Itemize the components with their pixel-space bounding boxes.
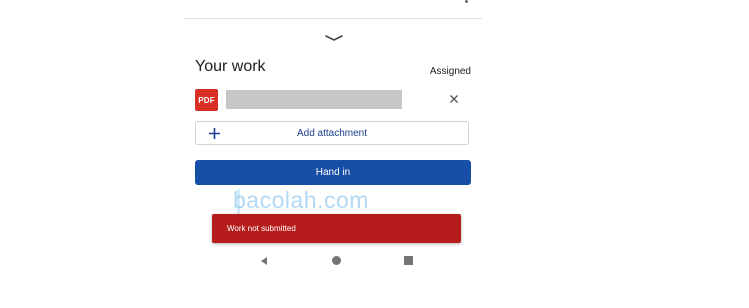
more-vert-icon[interactable] [465, 0, 468, 3]
pdf-file-icon: PDF [195, 89, 218, 111]
your-work-title: Your work [195, 58, 266, 75]
divider [184, 18, 482, 19]
status-badge: Assigned [429, 66, 471, 77]
add-attachment-button[interactable]: Add attachment [195, 121, 469, 145]
add-attachment-label: Add attachment [296, 128, 368, 139]
recents-square-icon[interactable] [404, 256, 413, 265]
close-icon[interactable] [448, 93, 460, 105]
attachment-name-redacted[interactable] [226, 90, 402, 109]
back-triangle-icon[interactable] [259, 256, 269, 266]
watermark-text: bacolah.com [233, 187, 369, 213]
chevron-down-icon[interactable] [324, 33, 344, 43]
assignment-panel: Your work Assigned PDF Add attachment Ha… [184, 0, 484, 308]
hand-in-button[interactable]: Hand in [195, 160, 471, 185]
hand-in-label: Hand in [315, 167, 351, 178]
snackbar-message: Work not submitted [227, 224, 296, 233]
home-circle-icon[interactable] [332, 256, 341, 265]
watermark-logo-icon [237, 189, 252, 215]
pdf-label: PDF [198, 95, 215, 105]
snackbar: Work not submitted [212, 214, 461, 243]
